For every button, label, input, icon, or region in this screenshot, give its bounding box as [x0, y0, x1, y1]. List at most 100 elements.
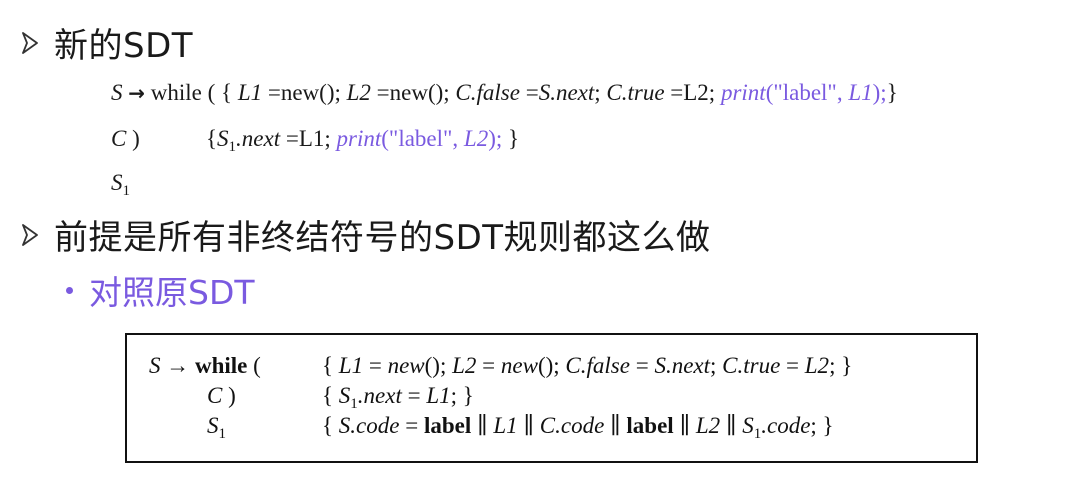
brace-close: } [886, 80, 898, 105]
orig-row-2-head: C ) [207, 383, 236, 409]
attr-next: .next [357, 383, 402, 408]
print-args: ("label", [381, 126, 464, 151]
orig-row-3-head: S1 [207, 413, 226, 443]
sdt-new-row-2: C ) [111, 126, 140, 152]
symbol-s: S [111, 80, 123, 105]
var-l2: L2 [804, 353, 830, 378]
brace-open: { [322, 413, 339, 438]
var-l2: L2 [346, 80, 371, 105]
print-function: print [720, 80, 766, 105]
equals: = [399, 413, 424, 438]
concat-op: ∥ [720, 413, 743, 438]
attr-c-false: C.false [455, 80, 520, 105]
brace-close: ; } [829, 353, 853, 378]
sdt-new-row-3: S1 [111, 170, 130, 200]
equals: = [363, 353, 388, 378]
brace-open: { [322, 353, 339, 378]
semicolon: ; [710, 353, 723, 378]
arrow-bullet-icon [22, 31, 38, 54]
equals: = [629, 353, 655, 378]
symbol-s1: S [207, 413, 219, 438]
keyword-while: while ( [145, 80, 222, 105]
equals: = [780, 353, 805, 378]
attr-s-next: S.next [654, 353, 710, 378]
keyword-label: label [423, 413, 472, 438]
subscript: 1 [228, 139, 237, 155]
attr-c-false: C.false [565, 353, 630, 378]
keyword-label: label [626, 413, 674, 438]
concat-op: ∥ [673, 413, 696, 438]
arrow-bullet-icon [22, 223, 38, 246]
attr-s-code: S.code [338, 413, 400, 438]
symbol-s: S [149, 353, 161, 378]
print-function: print [336, 126, 382, 151]
print-close: ); [488, 126, 509, 151]
bullet-new-sdt: 新的SDT [22, 18, 193, 67]
print-args: ("label", [765, 80, 849, 105]
concat-op: ∥ [517, 413, 540, 438]
equals: = [476, 353, 501, 378]
subscript: 1 [350, 396, 358, 412]
production-arrow: → [160, 353, 195, 378]
var-l1: L1 [338, 353, 364, 378]
var-l1: L1 [426, 383, 451, 408]
subbullet-compare: 对照原SDT [66, 266, 255, 314]
brace-open: { [206, 126, 218, 151]
symbol-s1: S [338, 383, 351, 408]
attr-code: .code [761, 413, 811, 438]
heading-premise: 前提是所有非终结符号的SDT规则都这么做 [54, 218, 711, 258]
production-arrow: → [128, 81, 146, 105]
brace-close: } [508, 126, 520, 151]
concat-op: ∥ [471, 413, 494, 438]
var-l2: L2 [695, 413, 721, 438]
assign-new: =new(); [262, 80, 347, 105]
sdt-new-row-2-action: {S1.next =L1; print("label", L2); } [206, 126, 519, 156]
dot-bullet-icon [66, 286, 73, 294]
var-l2: L2 [452, 353, 477, 378]
print-var-l2: L2 [463, 126, 489, 151]
concat-op: ∥ [604, 413, 627, 438]
attr-c-true: C.true [722, 353, 781, 378]
semicolon: ; [594, 80, 607, 105]
paren-open: ( [247, 353, 261, 378]
bullet-premise: 前提是所有非终结符号的SDT规则都这么做 [22, 210, 711, 259]
new-call: new [500, 353, 538, 378]
equals: = [401, 383, 427, 408]
orig-row-1-action: { L1 = new(); L2 = new(); C.false = S.ne… [322, 353, 852, 379]
attr-next: .next [236, 126, 281, 151]
paren-pair: (); [424, 353, 453, 378]
orig-row-2-action: { S1.next = L1; } [322, 383, 474, 413]
equals: = [519, 80, 539, 105]
symbol-s1: S [111, 170, 123, 195]
var-l1: L1 [493, 413, 518, 438]
orig-row-1-head: S → while ( [149, 353, 261, 379]
paren-close: ) [126, 126, 140, 151]
symbol-c: C [111, 126, 127, 151]
paren-pair: (); [537, 353, 566, 378]
print-close: ); [872, 80, 887, 105]
symbol-s1: S [217, 126, 229, 151]
symbol-c: C [207, 383, 223, 408]
symbol-s1: S [742, 413, 754, 438]
var-l1: L1 [232, 80, 263, 105]
assign-new: =new(); [370, 80, 456, 105]
brace-open: { [322, 383, 339, 408]
brace-close: ; } [810, 413, 834, 438]
assign-l1: =L1; [280, 126, 337, 151]
new-call: new [387, 353, 425, 378]
brace-open: { [221, 80, 233, 105]
assign-l2: =L2; [664, 80, 721, 105]
print-var-l1: L1 [848, 80, 873, 105]
subbullet-text: 对照原SDT [89, 273, 255, 312]
paren-close: ) [222, 383, 236, 408]
attr-c-code: C.code [539, 413, 605, 438]
keyword-while: while [195, 353, 248, 378]
original-sdt-box: S → while ( { L1 = new(); L2 = new(); C.… [125, 333, 978, 463]
subscript: 1 [122, 183, 131, 199]
subscript: 1 [218, 426, 227, 442]
orig-row-3-action: { S.code = label ∥ L1 ∥ C.code ∥ label ∥… [322, 413, 834, 443]
brace-close: ; } [450, 383, 474, 408]
attr-s-next: S.next [538, 80, 595, 105]
attr-c-true: C.true [606, 80, 665, 105]
heading-new-sdt: 新的SDT [54, 26, 194, 66]
